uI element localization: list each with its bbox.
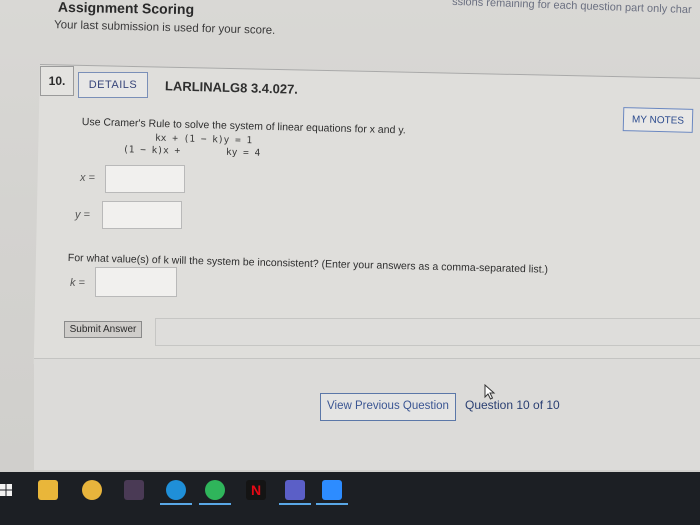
store-icon[interactable] bbox=[124, 480, 144, 500]
x-label: x = bbox=[80, 172, 95, 184]
question-position: Question 10 of 10 bbox=[465, 398, 560, 412]
details-button[interactable]: DETAILS bbox=[78, 72, 148, 98]
my-notes-button[interactable]: MY NOTES bbox=[622, 107, 694, 133]
edge-icon[interactable] bbox=[166, 480, 186, 500]
assignment-scoring-heading: Assignment Scoring bbox=[57, 0, 195, 18]
submissions-remaining-note: ssions remaining for each question part … bbox=[451, 0, 692, 17]
taskbar bbox=[0, 472, 700, 525]
view-previous-question-button[interactable]: View Previous Question bbox=[320, 393, 456, 421]
chrome-icon[interactable] bbox=[82, 480, 102, 500]
mouse-cursor-icon bbox=[484, 384, 496, 400]
k-label: k = bbox=[70, 277, 85, 289]
submit-area bbox=[155, 318, 700, 346]
teams-icon[interactable] bbox=[285, 480, 305, 500]
submit-answer-button[interactable]: Submit Answer bbox=[64, 321, 142, 338]
zoom-active-indicator bbox=[316, 503, 348, 505]
start-icon[interactable] bbox=[0, 484, 12, 496]
spotify-active-indicator bbox=[199, 503, 231, 505]
y-label: y = bbox=[75, 209, 90, 221]
teams-active-indicator bbox=[279, 503, 311, 505]
y-answer-input[interactable] bbox=[102, 201, 182, 229]
score-policy-note: Your last submission is used for your sc… bbox=[53, 19, 276, 37]
netflix-icon[interactable]: N bbox=[246, 480, 266, 500]
file-explorer-icon[interactable] bbox=[38, 480, 58, 500]
spotify-icon[interactable] bbox=[205, 480, 225, 500]
x-answer-input[interactable] bbox=[105, 165, 185, 193]
edge-active-indicator bbox=[160, 503, 192, 505]
k-answer-input[interactable] bbox=[95, 267, 177, 297]
zoom-icon[interactable] bbox=[322, 480, 342, 500]
question-number: 10. bbox=[40, 66, 74, 96]
